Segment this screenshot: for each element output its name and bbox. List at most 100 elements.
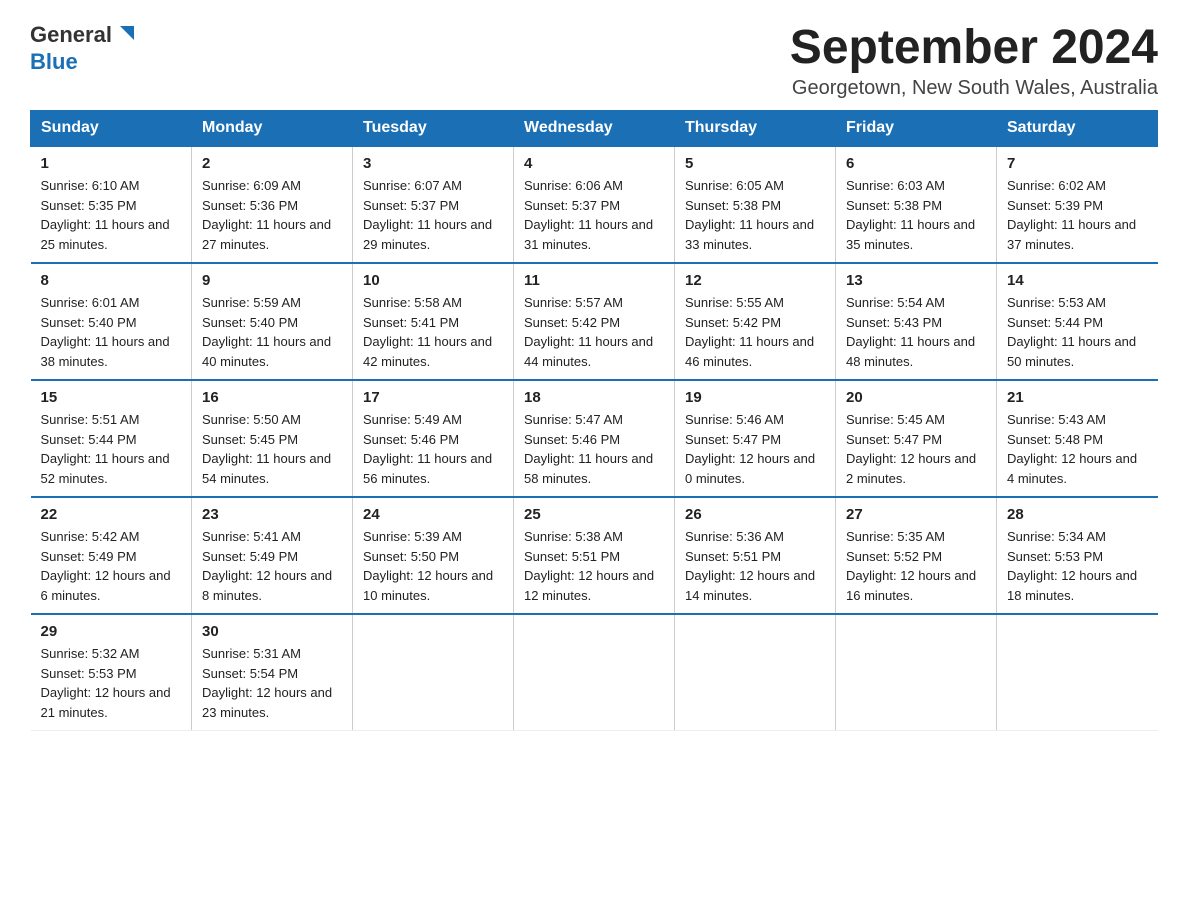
weekday-header-thursday: Thursday	[675, 111, 836, 147]
weekday-header-sunday: Sunday	[31, 111, 192, 147]
calendar-cell: 20 Sunrise: 5:45 AMSunset: 5:47 PMDayligh…	[836, 380, 997, 497]
calendar-cell: 26 Sunrise: 5:36 AMSunset: 5:51 PMDayligh…	[675, 497, 836, 614]
calendar-cell: 24 Sunrise: 5:39 AMSunset: 5:50 PMDayligh…	[353, 497, 514, 614]
day-number: 3	[363, 155, 503, 172]
day-number: 12	[685, 272, 825, 289]
day-info: Sunrise: 5:36 AMSunset: 5:51 PMDaylight:…	[685, 527, 825, 605]
calendar-cell: 7Sunrise: 6:02 AMSunset: 5:39 PMDaylight…	[997, 146, 1158, 263]
calendar-cell: 12 Sunrise: 5:55 AMSunset: 5:42 PMDayligh…	[675, 263, 836, 380]
day-number: 26	[685, 506, 825, 523]
logo-blue-text: Blue	[30, 49, 78, 74]
calendar-cell: 18 Sunrise: 5:47 AMSunset: 5:46 PMDayligh…	[514, 380, 675, 497]
calendar-cell: 14 Sunrise: 5:53 AMSunset: 5:44 PMDayligh…	[997, 263, 1158, 380]
calendar-cell: 30 Sunrise: 5:31 AMSunset: 5:54 PMDayligh…	[192, 614, 353, 731]
calendar-cell: 13 Sunrise: 5:54 AMSunset: 5:43 PMDayligh…	[836, 263, 997, 380]
day-info: Sunrise: 6:10 AMSunset: 5:35 PMDaylight:…	[41, 176, 182, 254]
calendar-cell: 10 Sunrise: 5:58 AMSunset: 5:41 PMDayligh…	[353, 263, 514, 380]
day-number: 13	[846, 272, 986, 289]
calendar-cell: 4 Sunrise: 6:06 AMSunset: 5:37 PMDaylight…	[514, 146, 675, 263]
day-number: 18	[524, 389, 664, 406]
day-info: Sunrise: 5:34 AMSunset: 5:53 PMDaylight:…	[1007, 527, 1148, 605]
calendar-cell: 2 Sunrise: 6:09 AMSunset: 5:36 PMDaylight…	[192, 146, 353, 263]
calendar-cell: 17 Sunrise: 5:49 AMSunset: 5:46 PMDayligh…	[353, 380, 514, 497]
day-info: Sunrise: 6:09 AMSunset: 5:36 PMDaylight:…	[202, 176, 342, 254]
day-info: Sunrise: 6:06 AMSunset: 5:37 PMDaylight:…	[524, 176, 664, 254]
calendar-cell: 8 Sunrise: 6:01 AMSunset: 5:40 PMDaylight…	[31, 263, 192, 380]
header: General Blue September 2024 Georgetown, …	[30, 20, 1158, 100]
calendar-cell: 19 Sunrise: 5:46 AMSunset: 5:47 PMDayligh…	[675, 380, 836, 497]
calendar-week-row: 15Sunrise: 5:51 AMSunset: 5:44 PMDayligh…	[31, 380, 1158, 497]
calendar-cell: 9 Sunrise: 5:59 AMSunset: 5:40 PMDaylight…	[192, 263, 353, 380]
day-number: 30	[202, 623, 342, 640]
weekday-header-saturday: Saturday	[997, 111, 1158, 147]
day-number: 20	[846, 389, 986, 406]
calendar-cell	[353, 614, 514, 731]
day-info: Sunrise: 5:32 AMSunset: 5:53 PMDaylight:…	[41, 644, 182, 722]
day-number: 27	[846, 506, 986, 523]
calendar-cell: 3 Sunrise: 6:07 AMSunset: 5:37 PMDaylight…	[353, 146, 514, 263]
calendar-cell	[997, 614, 1158, 731]
day-info: Sunrise: 5:31 AMSunset: 5:54 PMDaylight:…	[202, 644, 342, 722]
day-number: 19	[685, 389, 825, 406]
day-number: 23	[202, 506, 342, 523]
calendar-cell: 23 Sunrise: 5:41 AMSunset: 5:49 PMDayligh…	[192, 497, 353, 614]
day-number: 1	[41, 155, 182, 172]
calendar-cell: 16 Sunrise: 5:50 AMSunset: 5:45 PMDayligh…	[192, 380, 353, 497]
day-info: Sunrise: 5:49 AMSunset: 5:46 PMDaylight:…	[363, 410, 503, 488]
location-title: Georgetown, New South Wales, Australia	[790, 77, 1158, 100]
day-info: Sunrise: 5:42 AMSunset: 5:49 PMDaylight:…	[41, 527, 182, 605]
calendar-cell: 15Sunrise: 5:51 AMSunset: 5:44 PMDayligh…	[31, 380, 192, 497]
title-area: September 2024 Georgetown, New South Wal…	[790, 20, 1158, 100]
day-info: Sunrise: 5:54 AMSunset: 5:43 PMDaylight:…	[846, 293, 986, 371]
day-number: 28	[1007, 506, 1148, 523]
day-number: 21	[1007, 389, 1148, 406]
day-info: Sunrise: 5:51 AMSunset: 5:44 PMDaylight:…	[41, 410, 182, 488]
day-info: Sunrise: 5:35 AMSunset: 5:52 PMDaylight:…	[846, 527, 986, 605]
day-number: 10	[363, 272, 503, 289]
weekday-header-tuesday: Tuesday	[353, 111, 514, 147]
calendar-cell	[675, 614, 836, 731]
weekday-header-monday: Monday	[192, 111, 353, 147]
weekday-header-row: SundayMondayTuesdayWednesdayThursdayFrid…	[31, 111, 1158, 147]
calendar-body: 1 Sunrise: 6:10 AMSunset: 5:35 PMDaylight…	[31, 146, 1158, 731]
calendar-cell: 27 Sunrise: 5:35 AMSunset: 5:52 PMDayligh…	[836, 497, 997, 614]
day-info: Sunrise: 5:39 AMSunset: 5:50 PMDaylight:…	[363, 527, 503, 605]
day-info: Sunrise: 5:50 AMSunset: 5:45 PMDaylight:…	[202, 410, 342, 488]
day-info: Sunrise: 5:45 AMSunset: 5:47 PMDaylight:…	[846, 410, 986, 488]
day-info: Sunrise: 5:53 AMSunset: 5:44 PMDaylight:…	[1007, 293, 1148, 371]
day-number: 8	[41, 272, 182, 289]
day-number: 4	[524, 155, 664, 172]
day-info: Sunrise: 5:46 AMSunset: 5:47 PMDaylight:…	[685, 410, 825, 488]
day-number: 6	[846, 155, 986, 172]
calendar-cell: 6Sunrise: 6:03 AMSunset: 5:38 PMDaylight…	[836, 146, 997, 263]
day-number: 9	[202, 272, 342, 289]
day-number: 2	[202, 155, 342, 172]
day-number: 11	[524, 272, 664, 289]
day-info: Sunrise: 6:02 AMSunset: 5:39 PMDaylight:…	[1007, 176, 1148, 254]
day-info: Sunrise: 6:07 AMSunset: 5:37 PMDaylight:…	[363, 176, 503, 254]
calendar-cell: 11Sunrise: 5:57 AMSunset: 5:42 PMDayligh…	[514, 263, 675, 380]
logo: General Blue	[30, 20, 138, 75]
day-number: 14	[1007, 272, 1148, 289]
calendar: SundayMondayTuesdayWednesdayThursdayFrid…	[30, 110, 1158, 731]
day-number: 16	[202, 389, 342, 406]
day-info: Sunrise: 5:58 AMSunset: 5:41 PMDaylight:…	[363, 293, 503, 371]
month-title: September 2024	[790, 20, 1158, 75]
calendar-week-row: 1 Sunrise: 6:10 AMSunset: 5:35 PMDaylight…	[31, 146, 1158, 263]
day-number: 22	[41, 506, 182, 523]
calendar-week-row: 8 Sunrise: 6:01 AMSunset: 5:40 PMDaylight…	[31, 263, 1158, 380]
day-info: Sunrise: 5:59 AMSunset: 5:40 PMDaylight:…	[202, 293, 342, 371]
day-info: Sunrise: 5:41 AMSunset: 5:49 PMDaylight:…	[202, 527, 342, 605]
calendar-cell: 29Sunrise: 5:32 AMSunset: 5:53 PMDayligh…	[31, 614, 192, 731]
day-number: 25	[524, 506, 664, 523]
day-info: Sunrise: 5:47 AMSunset: 5:46 PMDaylight:…	[524, 410, 664, 488]
logo-triangle-icon	[116, 22, 138, 44]
weekday-header-friday: Friday	[836, 111, 997, 147]
calendar-cell: 25Sunrise: 5:38 AMSunset: 5:51 PMDayligh…	[514, 497, 675, 614]
day-info: Sunrise: 5:55 AMSunset: 5:42 PMDaylight:…	[685, 293, 825, 371]
calendar-cell: 22 Sunrise: 5:42 AMSunset: 5:49 PMDayligh…	[31, 497, 192, 614]
day-info: Sunrise: 5:43 AMSunset: 5:48 PMDaylight:…	[1007, 410, 1148, 488]
day-info: Sunrise: 6:01 AMSunset: 5:40 PMDaylight:…	[41, 293, 182, 371]
day-number: 24	[363, 506, 503, 523]
day-number: 17	[363, 389, 503, 406]
